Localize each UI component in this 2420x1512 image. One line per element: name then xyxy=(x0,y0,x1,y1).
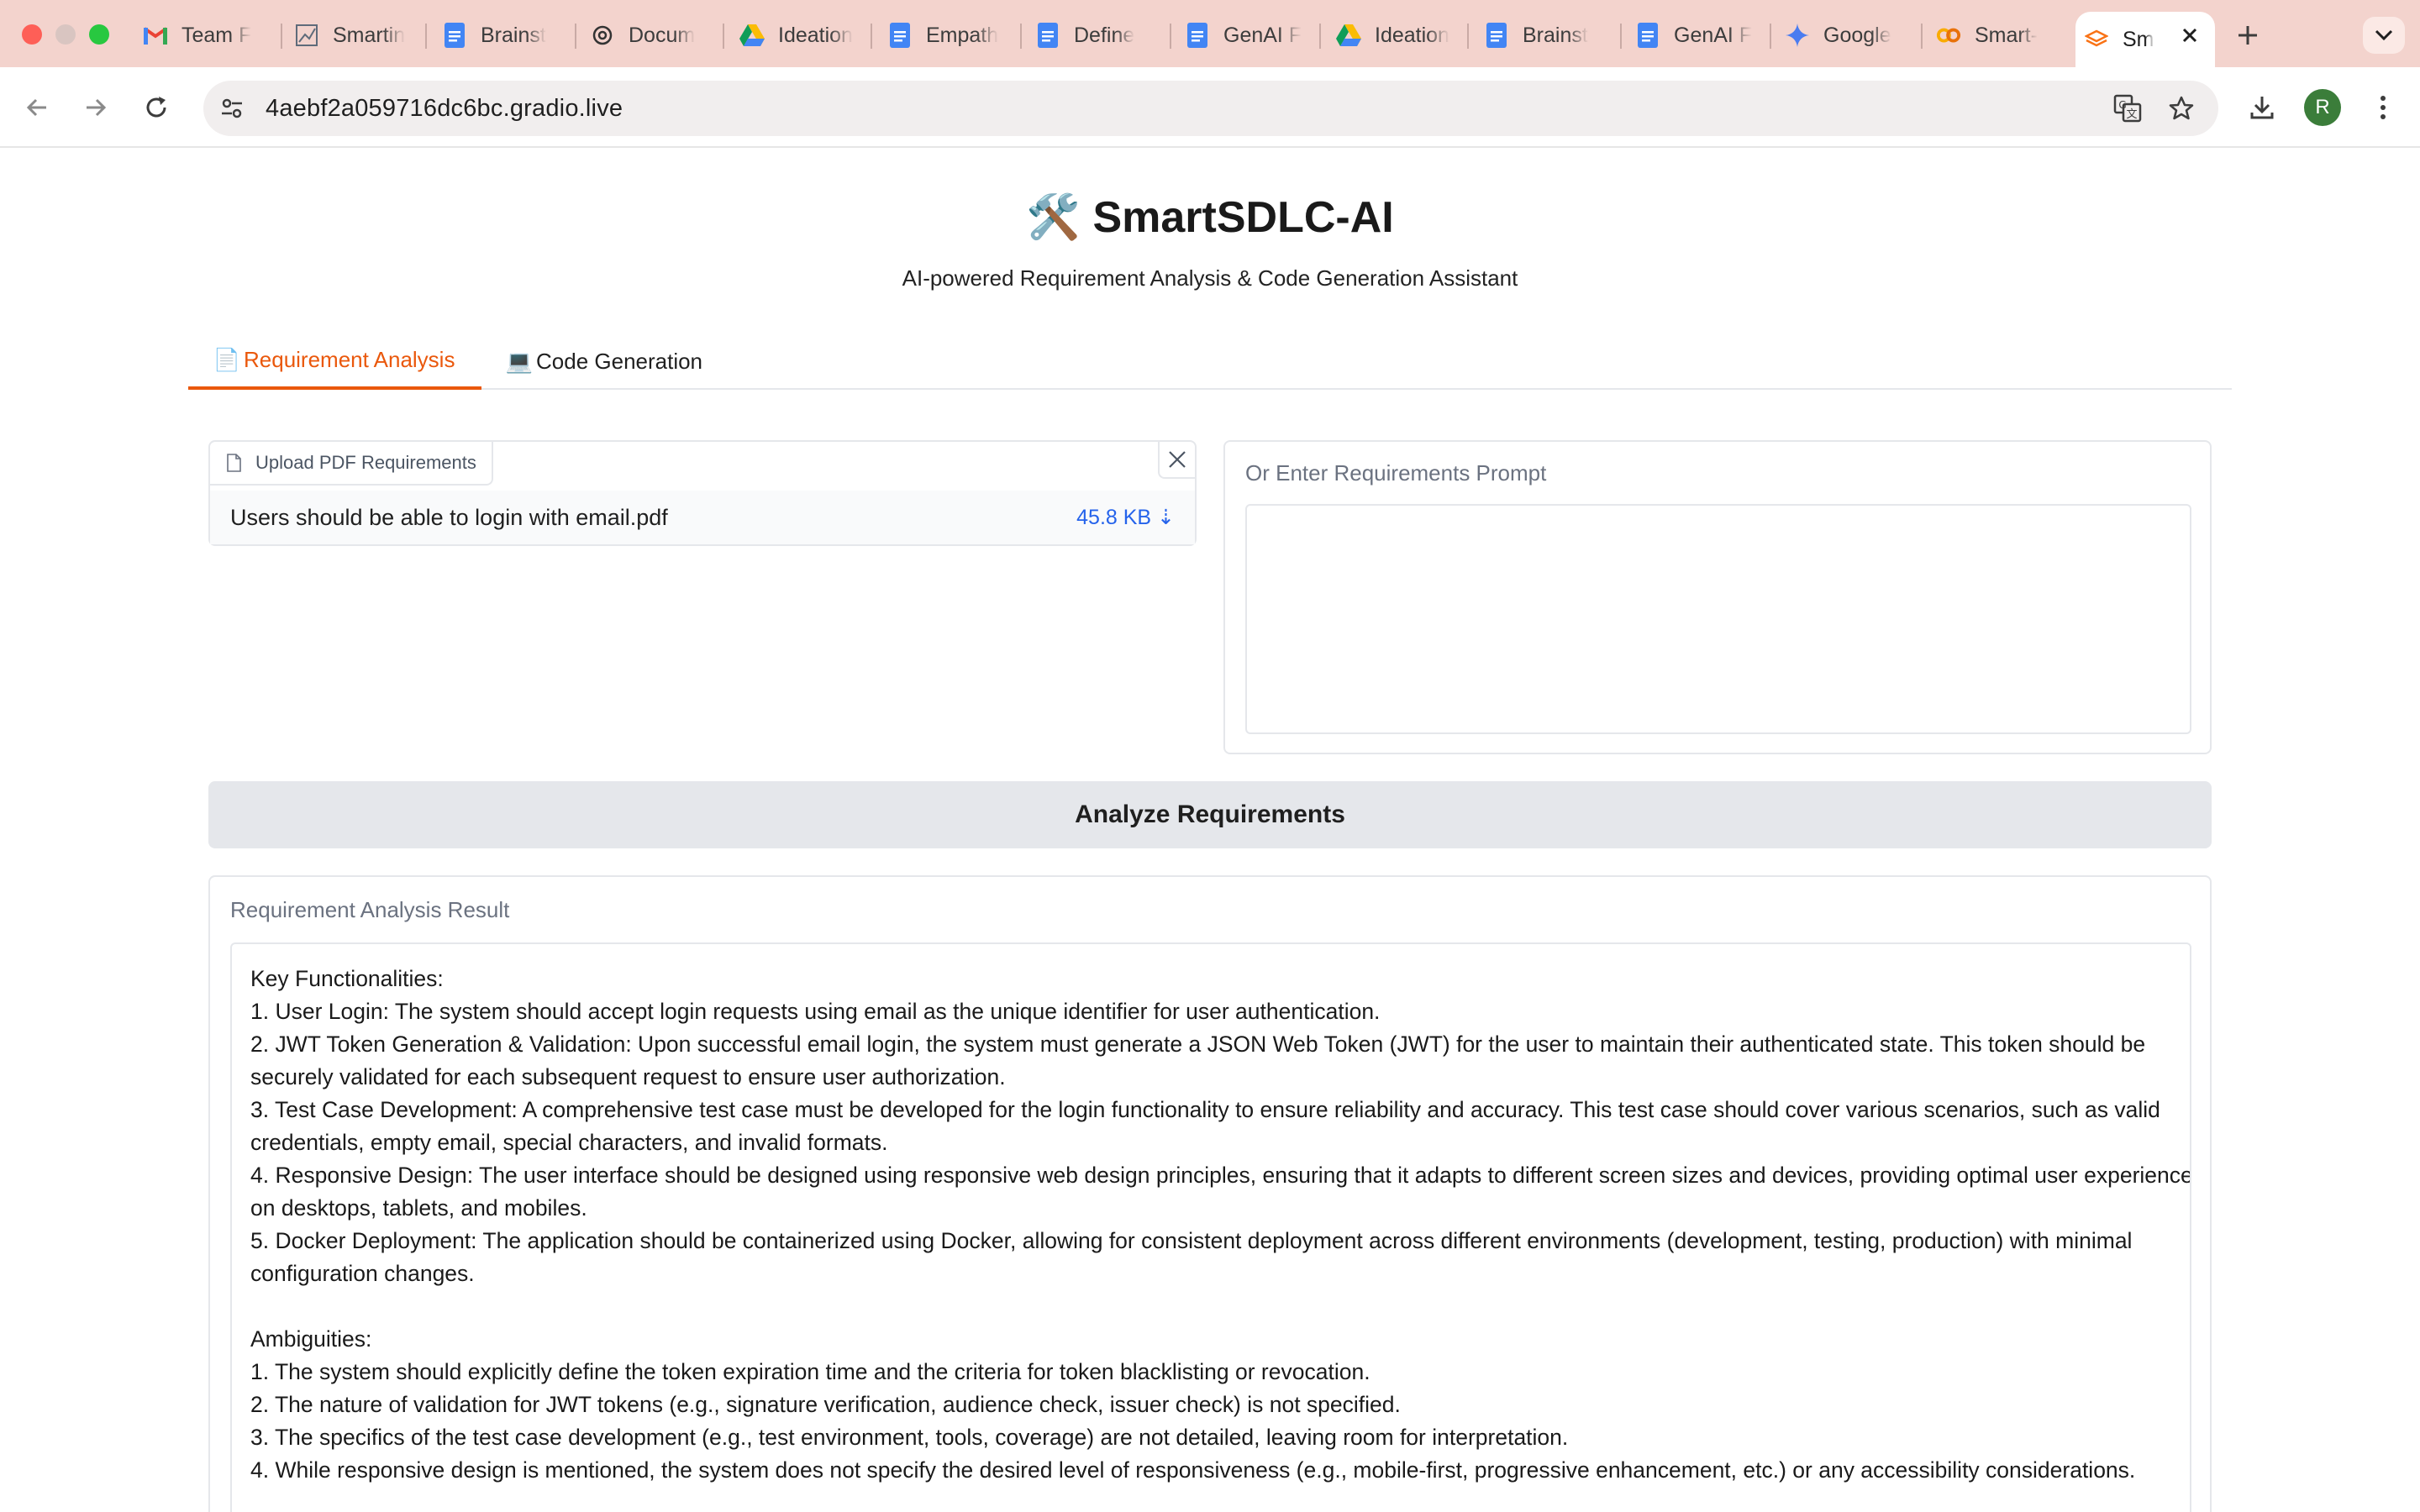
colab-icon xyxy=(1936,23,1961,48)
browser-menu-icon[interactable] xyxy=(2363,87,2403,128)
result-line: 1. The system should explicitly define t… xyxy=(250,1359,1370,1384)
result-label: Requirement Analysis Result xyxy=(230,897,510,922)
close-tab-icon[interactable] xyxy=(2180,25,2200,45)
upload-label: Upload PDF Requirements xyxy=(210,442,493,486)
remove-file-button[interactable] xyxy=(1158,442,1195,479)
result-line: credentials, empty email, special charac… xyxy=(250,1130,888,1155)
result-line: 4. Responsive Design: The user interface… xyxy=(250,1163,2191,1188)
result-line: configuration changes. xyxy=(250,1261,475,1286)
back-button[interactable] xyxy=(17,87,57,128)
document-icon: 📄 xyxy=(213,346,241,372)
forward-button[interactable] xyxy=(76,87,116,128)
gradio-icon xyxy=(2084,27,2109,52)
browser-tab[interactable]: GenAI F xyxy=(1627,12,1763,59)
tab-label: Code Generation xyxy=(536,348,703,374)
tab-code-generation[interactable]: 💻 Code Generation xyxy=(505,333,703,390)
download-icon[interactable] xyxy=(2242,87,2282,128)
gemini-icon xyxy=(1785,23,1810,48)
google-docs-icon xyxy=(887,23,913,48)
tab-label: Requirement Analysis xyxy=(244,346,455,372)
file-icon xyxy=(224,453,244,473)
tab-search-button[interactable] xyxy=(2363,17,2405,54)
browser-tab[interactable]: Empath xyxy=(879,12,1015,59)
browser-tab[interactable]: GenAI F xyxy=(1176,12,1313,59)
svg-text:文: 文 xyxy=(2126,108,2137,121)
result-line: 4. While responsive design is mentioned,… xyxy=(250,1457,2136,1483)
window-close-button[interactable] xyxy=(22,24,42,45)
uploaded-file-row: Users should be able to login with email… xyxy=(210,491,1195,544)
window-maximize-button[interactable] xyxy=(89,24,109,45)
result-line: 1. User Login: The system should accept … xyxy=(250,999,1381,1024)
result-line: 3. Test Case Development: A comprehensiv… xyxy=(250,1097,2160,1122)
file-name: Users should be able to login with email… xyxy=(230,504,668,530)
result-line: Key Functionalities: xyxy=(250,966,444,991)
translate-icon[interactable]: 文G xyxy=(2111,92,2144,125)
requirements-prompt-block: Or Enter Requirements Prompt xyxy=(1223,440,2212,754)
prompt-label: Or Enter Requirements Prompt xyxy=(1245,460,1547,486)
browser-tab[interactable]: Brainst xyxy=(1476,12,1612,59)
google-docs-icon xyxy=(1484,23,1509,48)
result-line: 2. JWT Token Generation & Validation: Up… xyxy=(250,1032,2146,1057)
browser-tabstrip: Team F Smartin Brainst Docum Ideation Em… xyxy=(0,0,2420,67)
app-tab-bar: 📄 Requirement Analysis 💻 Code Generation xyxy=(188,333,2232,390)
result-line: 5. Docker Deployment: The application sh… xyxy=(250,1228,2133,1253)
site-settings-icon[interactable] xyxy=(215,92,249,125)
google-docs-icon xyxy=(1635,23,1660,48)
new-tab-button[interactable] xyxy=(2231,18,2265,52)
result-line: on desktops, tablets, and mobiles. xyxy=(250,1195,587,1221)
gradio-app: 🛠️ SmartSDLC-AI AI-powered Requirement A… xyxy=(0,148,2420,1512)
address-bar[interactable]: 4aebf2a059716dc6bc.gradio.live 文G xyxy=(203,81,2218,136)
app-title: 🛠️ SmartSDLC-AI xyxy=(1026,193,1394,242)
gmail-icon xyxy=(143,23,168,48)
pdf-upload[interactable]: Upload PDF Requirements Users should be … xyxy=(208,440,1197,546)
browser-tab[interactable]: Smartin xyxy=(286,12,422,59)
browser-tab[interactable]: Google xyxy=(1776,12,1918,59)
browser-tab[interactable]: Brainst xyxy=(434,12,570,59)
browser-toolbar: 4aebf2a059716dc6bc.gradio.live 文G R xyxy=(0,67,2420,148)
analyze-requirements-button[interactable]: Analyze Requirements xyxy=(208,781,2212,848)
bookmark-star-icon[interactable] xyxy=(2165,92,2198,125)
browser-tab[interactable]: Define xyxy=(1027,12,1163,59)
tab-requirement-analysis[interactable]: 📄 Requirement Analysis xyxy=(188,333,482,390)
browser-tab[interactable]: Smart- xyxy=(1928,12,2062,59)
analysis-result-textbox[interactable]: Key Functionalities: 1. User Login: The … xyxy=(230,942,2191,1512)
result-line: Ambiguities: xyxy=(250,1326,372,1352)
browser-tab[interactable]: Team F xyxy=(134,12,276,59)
url-text[interactable]: 4aebf2a059716dc6bc.gradio.live xyxy=(266,95,623,123)
google-docs-icon xyxy=(442,23,467,48)
app-subtitle: AI-powered Requirement Analysis & Code G… xyxy=(902,265,1518,291)
laptop-icon: 💻 xyxy=(505,348,534,374)
result-line xyxy=(250,1290,2171,1323)
browser-tab[interactable]: Ideation xyxy=(731,12,867,59)
requirements-prompt-input[interactable] xyxy=(1245,504,2191,734)
file-download-link[interactable]: 45.8 KB ⇣ xyxy=(1076,505,1175,530)
svg-text:G: G xyxy=(2118,99,2126,111)
google-docs-icon xyxy=(1185,23,1210,48)
result-line: 2. The nature of validation for JWT toke… xyxy=(250,1392,1401,1417)
browser-tab[interactable]: Ideation xyxy=(1328,12,1464,59)
google-docs-icon xyxy=(1035,23,1060,48)
openai-icon xyxy=(590,23,615,48)
window-minimize-button[interactable] xyxy=(55,24,76,45)
close-icon xyxy=(1169,451,1186,468)
browser-tab-active[interactable]: Sm xyxy=(2075,12,2215,67)
google-drive-icon xyxy=(1336,23,1361,48)
browser-tab[interactable]: Docum xyxy=(581,12,718,59)
result-line: 3. The specifics of the test case develo… xyxy=(250,1425,1569,1450)
chart-doc-icon xyxy=(294,23,319,48)
result-line: securely validated for each subsequent r… xyxy=(250,1064,1006,1089)
google-drive-icon xyxy=(739,23,765,48)
analysis-result-block: Requirement Analysis Result Key Function… xyxy=(208,875,2212,1512)
profile-avatar[interactable]: R xyxy=(2304,89,2341,126)
reload-button[interactable] xyxy=(136,87,176,128)
